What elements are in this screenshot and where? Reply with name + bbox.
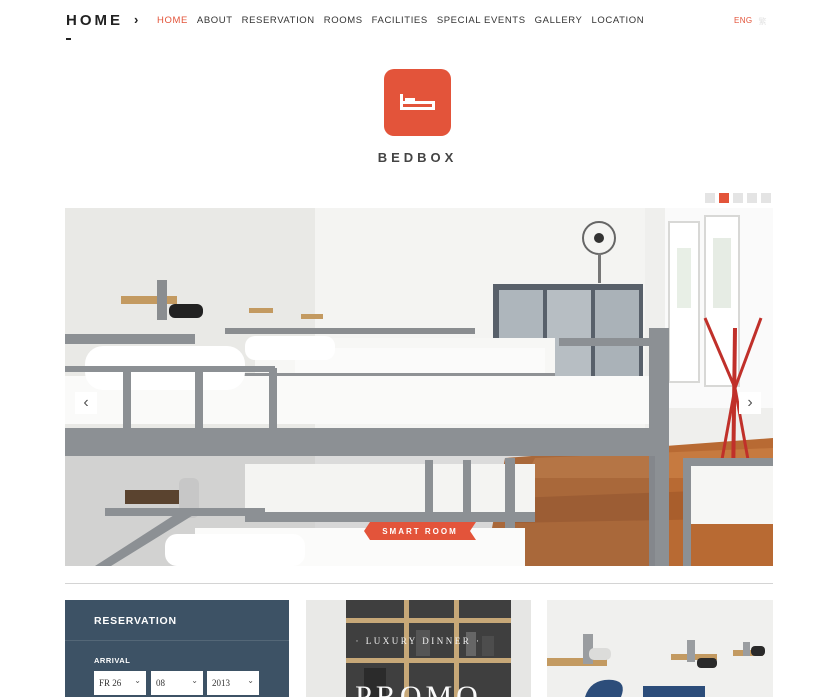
arrival-day-value: FR 26 <box>99 678 122 688</box>
reservation-divider <box>65 640 289 641</box>
chevron-left-icon: ‹ <box>83 394 89 411</box>
slider-dot[interactable] <box>705 193 715 203</box>
slider-dot[interactable] <box>733 193 743 203</box>
arrival-day-select[interactable]: FR 26 ⌄ <box>94 671 146 695</box>
arrival-year-select[interactable]: 2013 ⌄ <box>207 671 259 695</box>
slide-caption[interactable]: SMART ROOM <box>364 522 476 540</box>
chevron-down-icon: ⌄ <box>247 676 254 685</box>
language-chinese[interactable]: 繁 <box>759 16 767 27</box>
nav-item-rooms[interactable]: ROOMS <box>324 15 363 26</box>
nav-item-facilities[interactable]: FACILITIES <box>372 15 428 26</box>
page-title-underline <box>66 38 71 40</box>
arrival-month-value: 08 <box>156 678 165 688</box>
chevron-down-icon: ⌄ <box>191 676 198 685</box>
reservation-title: RESERVATION <box>94 615 177 627</box>
nav-item-reservation[interactable]: RESERVATION <box>242 15 315 26</box>
language-switcher: ENG 繁 <box>734 16 767 27</box>
section-divider <box>65 583 773 584</box>
slider-dot[interactable] <box>761 193 771 203</box>
arrival-month-select[interactable]: 08 ⌄ <box>151 671 203 695</box>
hero-slider: ‹ › SMART ROOM <box>65 208 773 566</box>
slider-pagination <box>705 193 771 203</box>
reservation-panel: RESERVATION ARRIVAL FR 26 ⌄ 08 ⌄ 2013 ⌄ <box>65 600 289 697</box>
brand-name: BEDBOX <box>377 150 458 165</box>
chevron-down-icon: ⌄ <box>134 676 141 685</box>
hero-room-image <box>65 208 773 566</box>
chevron-right-icon: › <box>747 394 753 411</box>
nav-item-home[interactable]: HOME <box>157 15 188 26</box>
arrival-label: ARRIVAL <box>94 656 131 665</box>
nav-item-special-events[interactable]: SPECIAL EVENTS <box>437 15 526 26</box>
nav-item-location[interactable]: LOCATION <box>592 15 645 26</box>
room-lamps-image <box>547 600 773 697</box>
bed-icon <box>400 94 435 110</box>
page-title: HOME <box>66 12 123 29</box>
nav-item-gallery[interactable]: GALLERY <box>535 15 583 26</box>
arrival-year-value: 2013 <box>212 678 230 688</box>
promo-card-room[interactable] <box>547 600 773 697</box>
nav-item-about[interactable]: ABOUT <box>197 15 233 26</box>
dinner-label: · LUXURY DINNER · <box>355 636 482 646</box>
slider-next-button[interactable]: › <box>739 392 761 414</box>
promo-card-dinner[interactable]: · LUXURY DINNER · PROMO <box>306 600 531 697</box>
slider-prev-button[interactable]: ‹ <box>75 392 97 414</box>
breadcrumb-arrow-icon: › <box>134 12 139 27</box>
dinner-heading: PROMO <box>355 680 482 697</box>
slider-dot[interactable] <box>747 193 757 203</box>
main-nav: HOME ABOUT RESERVATION ROOMS FACILITIES … <box>157 15 644 26</box>
logo[interactable] <box>384 69 451 136</box>
language-eng[interactable]: ENG <box>734 16 753 27</box>
slider-dot-active[interactable] <box>719 193 729 203</box>
